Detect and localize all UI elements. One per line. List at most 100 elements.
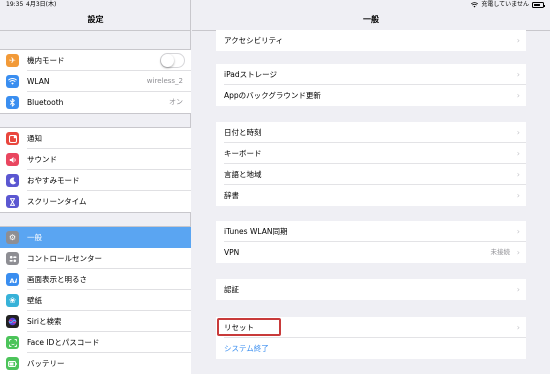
sidebar-item-airplane-mode[interactable]: ✈ 機内モード: [0, 50, 191, 71]
faceid-icon: [6, 336, 19, 349]
status-date: 4月3日(木): [26, 1, 57, 8]
detail-group-accessibility: アクセシビリティ ›: [216, 30, 526, 51]
sidebar-item-label: スクリーンタイム: [27, 197, 87, 206]
chevron-right-icon: ›: [516, 248, 520, 257]
sidebar-item-battery[interactable]: バッテリー: [0, 353, 191, 374]
divider: [0, 30, 191, 31]
wallpaper-icon: ❀: [6, 294, 19, 307]
row-date-time[interactable]: 日付と時刻 ›: [216, 122, 526, 143]
detail-group-sync: iTunes WLAN同期 › VPN 未接続 ›: [216, 221, 526, 263]
row-label: 辞書: [224, 191, 239, 200]
bluetooth-status: オン: [169, 98, 183, 106]
sound-icon: [6, 153, 19, 166]
status-bar: 19:35 4月3日(木) 充電していません: [0, 0, 550, 10]
control-center-icon: [6, 252, 19, 265]
sidebar-item-label: 壁紙: [27, 296, 42, 305]
row-certification[interactable]: 認証 ›: [216, 279, 526, 300]
chevron-right-icon: ›: [516, 70, 520, 79]
charging-status: 充電していません: [481, 1, 529, 8]
airplane-mode-toggle[interactable]: [160, 53, 185, 68]
sidebar-item-notifications[interactable]: 通知: [0, 128, 191, 149]
row-itunes-wlan-sync[interactable]: iTunes WLAN同期 ›: [216, 221, 526, 242]
reset-highlight-annotation: [217, 318, 281, 336]
notification-icon: [6, 132, 19, 145]
sidebar-item-siri-search[interactable]: Siriと検索: [0, 311, 191, 332]
vpn-status: 未接続: [490, 248, 511, 256]
chevron-right-icon: ›: [516, 36, 520, 45]
sidebar-item-bluetooth[interactable]: Bluetooth オン: [0, 92, 191, 113]
detail-group-certification: 認証 ›: [216, 279, 526, 300]
sidebar-item-do-not-disturb[interactable]: おやすみモード: [0, 170, 191, 191]
sidebar-item-label: Face IDとパスコード: [27, 338, 100, 347]
sidebar-item-display-brightness[interactable]: AA 画面表示と明るさ: [0, 269, 191, 290]
settings-sidebar: 設定 ✈ 機内モード WLAN wireless_2 Bluetooth オン: [0, 0, 191, 374]
sidebar-group-general: ⚙ 一般 コントロールセンター AA 画面表示と明るさ ❀ 壁紙 Si: [0, 226, 191, 374]
moon-icon: [6, 174, 19, 187]
sidebar-group-connectivity: ✈ 機内モード WLAN wireless_2 Bluetooth オン: [0, 49, 191, 114]
chevron-right-icon: ›: [516, 191, 520, 200]
airplane-icon: ✈: [6, 54, 19, 67]
wifi-icon: [6, 75, 19, 88]
sidebar-item-label: 通知: [27, 134, 42, 143]
row-label: アクセシビリティ: [224, 36, 284, 45]
chevron-right-icon: ›: [516, 323, 520, 332]
sidebar-item-wallpaper[interactable]: ❀ 壁紙: [0, 290, 191, 311]
row-ipad-storage[interactable]: iPadストレージ ›: [216, 64, 526, 85]
detail-group-storage: iPadストレージ › Appのバックグラウンド更新 ›: [216, 64, 526, 106]
row-label: 言語と地域: [224, 170, 262, 179]
sidebar-item-label: サウンド: [27, 155, 57, 164]
row-language-region[interactable]: 言語と地域 ›: [216, 164, 526, 185]
brightness-icon: AA: [6, 273, 19, 286]
sidebar-item-label: コントロールセンター: [27, 254, 102, 263]
sidebar-item-label: バッテリー: [27, 359, 65, 368]
sidebar-item-label: Bluetooth: [27, 98, 64, 107]
status-time: 19:35: [6, 1, 24, 8]
detail-group-locale: 日付と時刻 › キーボード › 言語と地域 › 辞書 ›: [216, 122, 526, 206]
sidebar-item-faceid-passcode[interactable]: Face IDとパスコード: [0, 332, 191, 353]
sidebar-item-label: 一般: [27, 233, 42, 242]
row-dictionary[interactable]: 辞書 ›: [216, 185, 526, 206]
svg-text:AA: AA: [9, 276, 17, 283]
sidebar-item-label: おやすみモード: [27, 176, 80, 185]
row-vpn[interactable]: VPN 未接続 ›: [216, 242, 526, 263]
sidebar-item-label: WLAN: [27, 77, 50, 86]
sidebar-item-label: 画面表示と明るさ: [27, 275, 87, 284]
chevron-right-icon: ›: [516, 149, 520, 158]
battery-status-icon: [532, 2, 545, 8]
chevron-right-icon: ›: [516, 227, 520, 236]
chevron-right-icon: ›: [516, 170, 520, 179]
status-right: 充電していません: [471, 0, 545, 10]
chevron-right-icon: ›: [516, 128, 520, 137]
sidebar-group-notifications: 通知 サウンド おやすみモード スクリーンタイム: [0, 127, 191, 213]
page-title: 一般: [363, 15, 379, 24]
sidebar-title: 設定: [87, 15, 104, 24]
row-label: iPadストレージ: [224, 70, 277, 79]
row-accessibility[interactable]: アクセシビリティ ›: [216, 30, 526, 51]
shutdown-link: システム終了: [224, 344, 269, 353]
wlan-network-name: wireless_2: [146, 77, 183, 85]
row-label: VPN: [224, 248, 240, 257]
hourglass-icon: [6, 195, 19, 208]
wifi-status-icon: [471, 2, 479, 8]
row-label: 日付と時刻: [224, 128, 262, 137]
sidebar-item-control-center[interactable]: コントロールセンター: [0, 248, 191, 269]
row-background-app-refresh[interactable]: Appのバックグラウンド更新 ›: [216, 85, 526, 106]
row-keyboard[interactable]: キーボード ›: [216, 143, 526, 164]
sidebar-item-label: Siriと検索: [27, 317, 62, 326]
row-label: 認証: [224, 285, 239, 294]
siri-icon: [6, 315, 19, 328]
sidebar-item-general[interactable]: ⚙ 一般: [0, 227, 191, 248]
battery-icon: [6, 357, 19, 370]
row-shutdown[interactable]: システム終了: [216, 338, 526, 359]
sidebar-item-wlan[interactable]: WLAN wireless_2: [0, 71, 191, 92]
gear-icon: ⚙: [6, 231, 19, 244]
chevron-right-icon: ›: [516, 285, 520, 294]
sidebar-item-sounds[interactable]: サウンド: [0, 149, 191, 170]
sidebar-item-screen-time[interactable]: スクリーンタイム: [0, 191, 191, 212]
row-label: Appのバックグラウンド更新: [224, 91, 321, 100]
chevron-right-icon: ›: [516, 91, 520, 100]
sidebar-item-label: 機内モード: [27, 56, 65, 65]
bluetooth-icon: [6, 96, 19, 109]
general-detail-pane: 一般 アクセシビリティ › iPadストレージ › Appのバックグラウンド更新…: [192, 0, 550, 374]
toggle-knob: [161, 54, 174, 67]
